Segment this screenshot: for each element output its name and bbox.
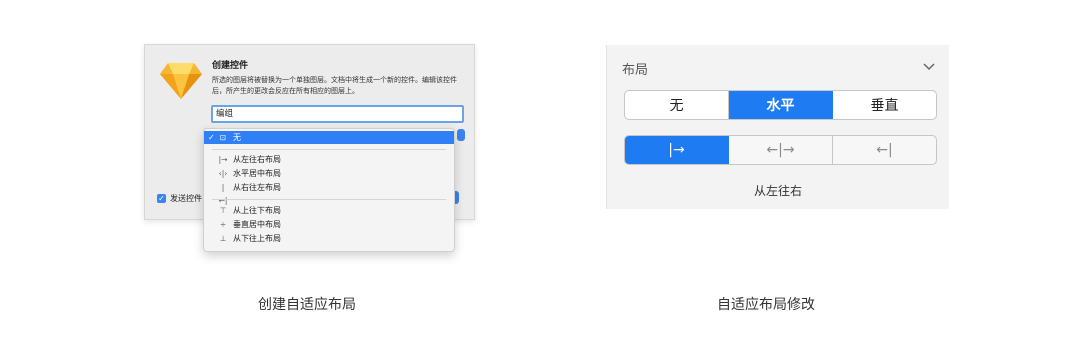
menu-item-label: 从左往右布局: [233, 155, 281, 164]
menu-item-label: 从上往下布局: [233, 206, 281, 215]
segment-none[interactable]: 无: [625, 91, 729, 119]
menu-item-top-to-bottom[interactable]: ⊤ 从上往下布局: [204, 204, 454, 217]
menu-item-vertical-center[interactable]: ÷ 垂直居中布局: [204, 218, 454, 231]
chevron-down-icon[interactable]: [922, 59, 936, 73]
panel-title: 布局: [622, 63, 649, 78]
bottom-to-top-icon: ⊥: [219, 234, 227, 243]
menu-item-label: 从下往上布局: [233, 234, 281, 243]
send-checkbox-label: 发送控件: [170, 194, 202, 203]
left-to-right-icon: |→: [218, 155, 228, 164]
symbol-name-input[interactable]: 编组: [211, 105, 464, 123]
vertical-center-icon: ÷: [219, 220, 227, 229]
align-left-to-right-icon[interactable]: |→: [625, 136, 729, 164]
horizontal-center-icon: ‹|›: [218, 169, 228, 178]
layout-popup-button[interactable]: [457, 129, 465, 141]
menu-item-label: 从右往左布局: [233, 183, 281, 192]
left-caption: 创建自适应布局: [258, 297, 356, 313]
menu-item-left-to-right[interactable]: |→ 从左往右布局: [204, 153, 454, 166]
top-to-bottom-icon: ⊤: [219, 206, 227, 215]
align-center-icon[interactable]: ←|→: [729, 136, 833, 164]
segment-horizontal[interactable]: 水平: [729, 91, 833, 119]
menu-item-none[interactable]: ✓ ⊡ 无: [204, 131, 454, 144]
send-checkbox[interactable]: ✓: [157, 194, 166, 203]
layout-direction-segmented-control: 无 水平 垂直: [624, 90, 937, 120]
sketch-logo-icon: [160, 63, 202, 99]
checkmark-icon: ✓: [208, 133, 215, 142]
dialog-title: 创建控件: [212, 61, 249, 71]
segment-vertical[interactable]: 垂直: [833, 91, 936, 119]
menu-divider: [212, 149, 446, 150]
no-layout-icon: ⊡: [219, 133, 227, 142]
menu-divider: [212, 199, 446, 200]
layout-inspector-panel: 布局 无 水平 垂直 |→ ←|→ ←| 从左往右: [606, 45, 949, 209]
menu-item-right-to-left[interactable]: |←| 从右往左布局: [204, 181, 454, 205]
align-right-to-left-icon[interactable]: ←|: [833, 136, 936, 164]
layout-alignment-segmented-control: |→ ←|→ ←|: [624, 135, 937, 165]
menu-item-label: 无: [233, 133, 241, 142]
send-to-library-row[interactable]: ✓ 发送控件: [157, 193, 202, 204]
menu-item-horizontal-center[interactable]: ‹|› 水平居中布局: [204, 167, 454, 180]
menu-item-bottom-to-top[interactable]: ⊥ 从下往上布局: [204, 232, 454, 245]
layout-dropdown-menu: ✓ ⊡ 无 |→ 从左往右布局 ‹|› 水平居中布局 |←| 从右往左布局 ⊤ …: [203, 128, 455, 252]
menu-item-label: 水平居中布局: [233, 169, 281, 178]
dialog-description: 所选的图层将被替换为一个单独图层。文档中将生成一个新的控件。编辑该控件后，所产生…: [212, 76, 457, 95]
layout-value-label: 从左往右: [753, 184, 802, 198]
menu-item-label: 垂直居中布局: [233, 220, 281, 229]
right-caption: 自适应布局修改: [717, 297, 815, 313]
